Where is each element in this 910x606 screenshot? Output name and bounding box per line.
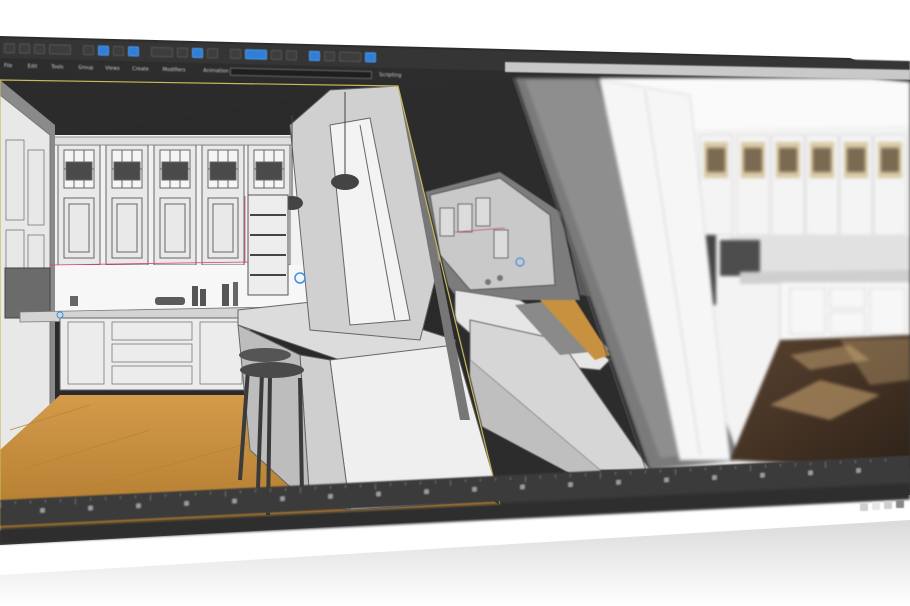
- render-cabinet-shelf: [744, 148, 762, 172]
- timeline-tick: [480, 478, 481, 482]
- timeline-tick: [195, 492, 196, 496]
- timeline-tick: [675, 468, 676, 475]
- timeline-key[interactable]: [808, 470, 813, 476]
- timeline-tick: [780, 463, 781, 467]
- timeline-tick: [450, 479, 451, 486]
- timeline-tick: [90, 497, 91, 501]
- timeline-tick: [330, 485, 331, 489]
- play-icon[interactable]: [872, 502, 880, 510]
- render-cabinet-shelf: [881, 148, 899, 172]
- timeline-key[interactable]: [856, 467, 861, 474]
- timeline-tick: [45, 499, 46, 503]
- playback-controls: [858, 500, 910, 514]
- timeline-tick: [15, 501, 16, 505]
- timeline-key[interactable]: [88, 505, 93, 511]
- timeline-key[interactable]: [616, 479, 621, 485]
- timeline-tick: [285, 488, 286, 492]
- timeline-tick: [570, 474, 571, 478]
- timeline-tick: [240, 490, 241, 494]
- timeline-tick: [150, 494, 151, 501]
- scene: File Edit Tools Group Views Create Modifiers An…: [0, 0, 910, 606]
- timeline-key[interactable]: [520, 484, 525, 490]
- timeline-tick: [135, 495, 136, 499]
- render-cabinet-shelf: [813, 148, 831, 172]
- timeline-tick: [390, 482, 391, 486]
- timeline-tick: [615, 471, 616, 475]
- timeline-tick: [705, 467, 706, 471]
- timeline-tick: [465, 479, 466, 483]
- timeline-key[interactable]: [328, 493, 333, 499]
- timeline-tick: [840, 460, 841, 464]
- timeline-tick: [210, 491, 211, 495]
- timeline-tick: [885, 458, 886, 462]
- timeline-tick: [585, 473, 586, 477]
- timeline-tick: [300, 487, 301, 494]
- timeline-tick: [30, 500, 31, 504]
- timeline-tick: [735, 466, 736, 470]
- timeline-tick: [555, 474, 556, 478]
- timeline-tick: [75, 498, 76, 505]
- timeline-tick: [315, 486, 316, 490]
- timeline-tick: [255, 489, 256, 493]
- timeline-tick: [855, 460, 856, 464]
- timeline-key[interactable]: [280, 496, 285, 502]
- timeline-tick: [795, 463, 796, 467]
- timeline-tick: [435, 480, 436, 484]
- render-cabinet-shelf: [779, 148, 797, 172]
- timeline-tick: [825, 461, 826, 468]
- timeline-key[interactable]: [664, 477, 669, 483]
- timeline-tick: [540, 475, 541, 479]
- timeline-tick: [660, 469, 661, 473]
- timeline-tick: [180, 493, 181, 497]
- timeline-key[interactable]: [568, 481, 573, 488]
- go-start-icon[interactable]: [860, 503, 868, 511]
- timeline-key[interactable]: [184, 500, 189, 507]
- timeline-key[interactable]: [472, 486, 477, 492]
- timeline-key[interactable]: [376, 491, 381, 497]
- timeline-tick: [345, 485, 346, 489]
- timeline-tick: [120, 496, 121, 500]
- monitor-screen: File Edit Tools Group Views Create Modifiers An…: [0, 0, 910, 606]
- timeline-tick: [810, 462, 811, 466]
- render-cabinet-shelf: [707, 148, 725, 172]
- timeline-tick: [105, 496, 106, 500]
- timeline-tick: [270, 488, 271, 492]
- timeline-key[interactable]: [136, 503, 141, 509]
- timeline-tick: [750, 465, 751, 472]
- timeline-key[interactable]: [424, 489, 429, 495]
- timeline-tick: [0, 501, 1, 508]
- timeline-tick: [630, 471, 631, 475]
- timeline-tick: [720, 466, 721, 470]
- timeline-tick: [645, 470, 646, 474]
- timeline-tick: [870, 459, 871, 463]
- render-cabinet-shelf: [847, 148, 865, 172]
- timeline-tick: [225, 490, 226, 497]
- timeline-key[interactable]: [232, 498, 237, 504]
- timeline-key[interactable]: [40, 507, 45, 514]
- timeline-tick: [165, 493, 166, 497]
- timeline-key[interactable]: [760, 472, 765, 478]
- timeline-tick: [405, 482, 406, 486]
- timeline-tick: [600, 472, 601, 479]
- timeline-tick: [690, 468, 691, 472]
- timeline-tick: [60, 499, 61, 503]
- timeline-tick: [765, 464, 766, 468]
- go-end-icon[interactable]: [884, 501, 892, 509]
- timeline-tick: [525, 476, 526, 483]
- timeline-tick: [420, 481, 421, 485]
- timeline-key[interactable]: [712, 474, 717, 481]
- key-mode-icon[interactable]: [896, 500, 904, 508]
- timeline-tick: [495, 477, 496, 481]
- timeline-tick: [360, 484, 361, 488]
- timeline-tick: [375, 483, 376, 490]
- timeline-tick: [510, 477, 511, 481]
